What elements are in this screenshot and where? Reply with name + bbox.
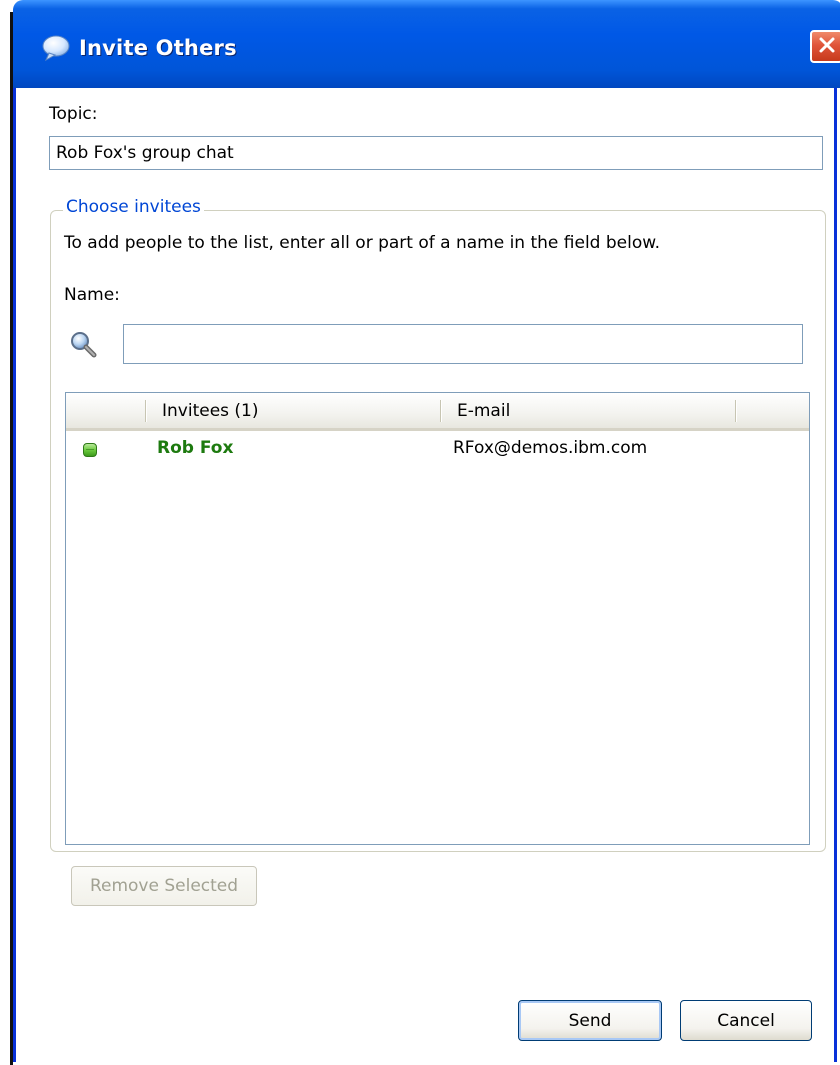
column-separator[interactable] [145,400,146,422]
chat-bubble-icon [41,34,71,62]
remove-selected-button[interactable]: Remove Selected [71,866,257,906]
column-separator[interactable] [735,400,736,422]
column-header-status[interactable] [66,393,145,428]
choose-invitees-legend: Choose invitees [63,197,204,217]
instructions-text: To add people to the list, enter all or … [64,233,660,253]
invitee-list-header: Invitees (1) E-mail [66,393,809,431]
cancel-button[interactable]: Cancel [680,1000,812,1041]
close-button[interactable] [810,30,840,63]
background-window-edge [0,12,13,1065]
dialog-client-area: Topic: Choose invitees To add people to … [16,88,834,1062]
send-button[interactable]: Send [518,1000,662,1041]
topic-input[interactable] [49,136,823,170]
close-icon [818,36,836,58]
invitee-list[interactable]: Invitees (1) E-mail Rob Fox RFox@demos.i… [65,392,810,845]
name-search-input[interactable] [123,324,803,364]
screen: Invite Others Topic: Choose invitees To … [0,0,840,1065]
magnifier-icon[interactable] [68,330,98,360]
invitee-row[interactable]: Rob Fox RFox@demos.ibm.com [66,433,809,467]
column-header-invitees[interactable]: Invitees (1) [148,393,440,428]
invite-others-dialog: Invite Others Topic: Choose invitees To … [13,0,840,1062]
column-header-email[interactable]: E-mail [443,393,735,428]
title-bar[interactable]: Invite Others [13,0,840,88]
topic-label: Topic: [49,104,98,124]
column-separator[interactable] [440,400,441,422]
name-label: Name: [64,285,120,305]
online-status-icon [83,443,97,457]
invitee-email: RFox@demos.ibm.com [453,438,648,458]
dialog-title: Invite Others [79,36,237,60]
invitee-name: Rob Fox [157,438,234,458]
